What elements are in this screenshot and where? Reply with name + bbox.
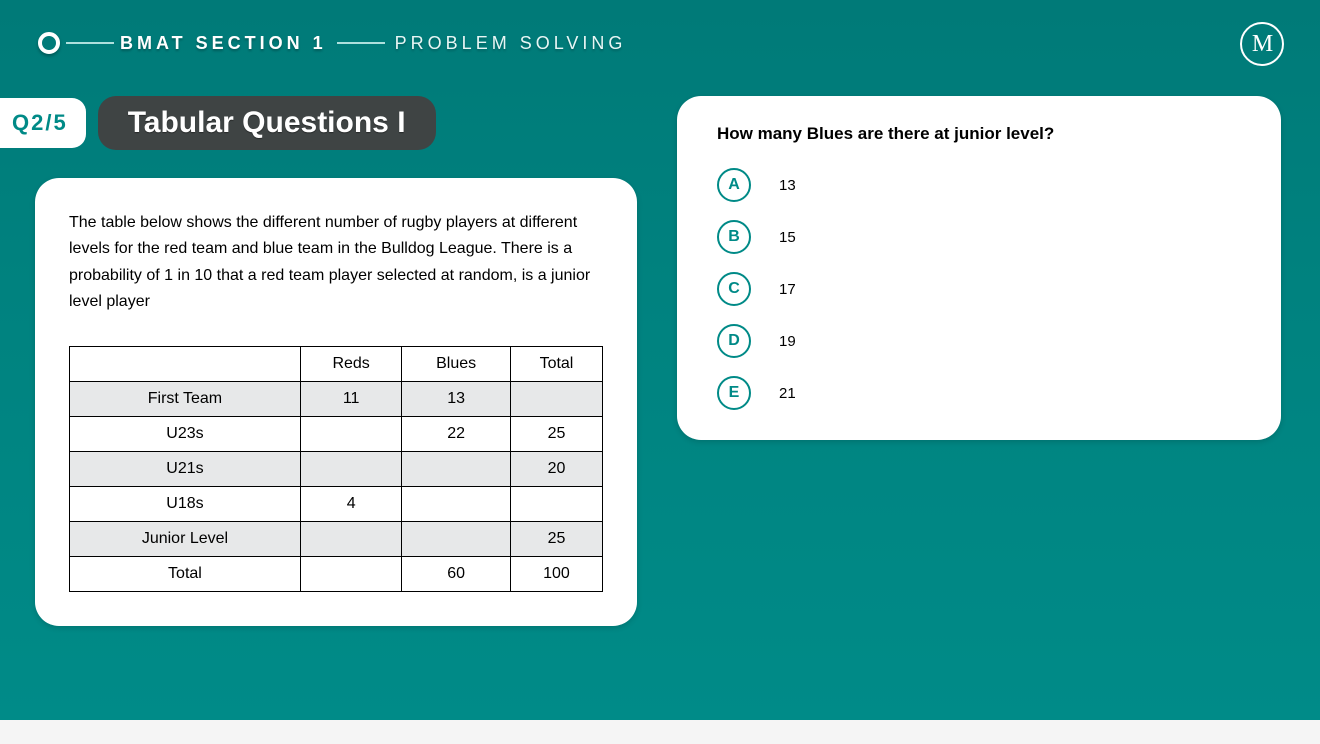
table-row: Junior Level 25: [70, 521, 603, 556]
option-text: 19: [779, 333, 796, 350]
table-cell: U21s: [70, 451, 301, 486]
table-cell: 13: [402, 381, 511, 416]
table-cell: First Team: [70, 381, 301, 416]
question-title-pill: Tabular Questions I: [98, 96, 436, 150]
table-header: Total: [510, 346, 602, 381]
answer-option-e[interactable]: E 21: [717, 376, 1241, 410]
table-cell: [300, 556, 401, 591]
option-letter-badge: D: [717, 324, 751, 358]
table-cell: 100: [510, 556, 602, 591]
table-cell: [300, 451, 401, 486]
table-row: U18s4: [70, 486, 603, 521]
breadcrumb-divider: [66, 42, 114, 44]
brand-logo-icon: M: [1240, 22, 1284, 66]
table-cell: [300, 521, 401, 556]
table-cell: 25: [510, 416, 602, 451]
table-cell: [402, 486, 511, 521]
table-header: [70, 346, 301, 381]
table-cell: [300, 416, 401, 451]
data-table: Reds Blues Total First Team1113U23s2225U…: [69, 346, 603, 592]
breadcrumb-divider: [337, 42, 385, 44]
slide: BMAT SECTION 1 PROBLEM SOLVING M Q2/5 Ta…: [0, 0, 1320, 720]
answer-option-d[interactable]: D 19: [717, 324, 1241, 358]
breadcrumb-topic: PROBLEM SOLVING: [395, 33, 627, 54]
table-cell: U23s: [70, 416, 301, 451]
option-text: 15: [779, 229, 796, 246]
option-letter-badge: B: [717, 220, 751, 254]
table-cell: [402, 521, 511, 556]
prompt-text: The table below shows the different numb…: [69, 210, 603, 316]
table-header: Blues: [402, 346, 511, 381]
table-header: Reds: [300, 346, 401, 381]
prompt-card: The table below shows the different numb…: [35, 178, 637, 626]
option-text: 13: [779, 177, 796, 194]
breadcrumb: BMAT SECTION 1 PROBLEM SOLVING: [38, 32, 626, 54]
table-cell: 25: [510, 521, 602, 556]
answer-option-b[interactable]: B 15: [717, 220, 1241, 254]
table-row: U23s 2225: [70, 416, 603, 451]
table-cell: [510, 486, 602, 521]
question-text: How many Blues are there at junior level…: [717, 124, 1241, 144]
answer-option-a[interactable]: A 13: [717, 168, 1241, 202]
answer-card: How many Blues are there at junior level…: [677, 96, 1281, 440]
table-row: First Team1113: [70, 381, 603, 416]
table-cell: 22: [402, 416, 511, 451]
option-letter-badge: C: [717, 272, 751, 306]
brand-logo-letter: M: [1252, 31, 1272, 58]
table-cell: 20: [510, 451, 602, 486]
options-list: A 13 B 15 C 17 D 19 E 21: [717, 168, 1241, 410]
breadcrumb-section: BMAT SECTION 1: [120, 33, 327, 54]
table-cell: Junior Level: [70, 521, 301, 556]
table-cell: [402, 451, 511, 486]
table-row: Total 60100: [70, 556, 603, 591]
option-letter-badge: E: [717, 376, 751, 410]
table-cell: [510, 381, 602, 416]
option-text: 21: [779, 385, 796, 402]
table-cell: 11: [300, 381, 401, 416]
breadcrumb-circle-icon: [38, 32, 60, 54]
table-row: U21s 20: [70, 451, 603, 486]
table-cell: 4: [300, 486, 401, 521]
question-header: Q2/5 Tabular Questions I: [0, 96, 436, 150]
option-text: 17: [779, 281, 796, 298]
table-cell: 60: [402, 556, 511, 591]
question-number-badge: Q2/5: [0, 98, 86, 148]
table-cell: U18s: [70, 486, 301, 521]
answer-option-c[interactable]: C 17: [717, 272, 1241, 306]
table-cell: Total: [70, 556, 301, 591]
option-letter-badge: A: [717, 168, 751, 202]
